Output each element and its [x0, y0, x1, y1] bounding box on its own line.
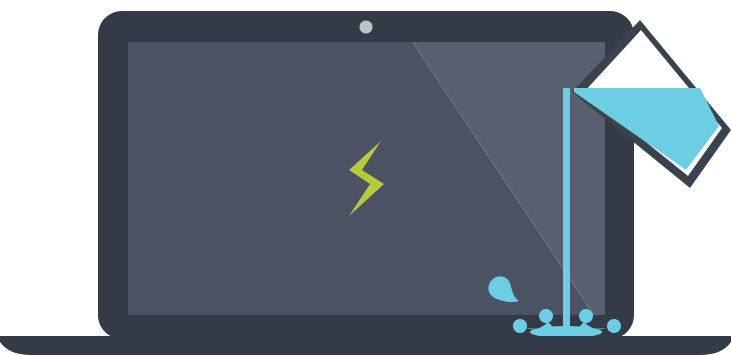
water-stream — [563, 88, 570, 334]
webcam-icon — [359, 20, 373, 34]
illustration-svg — [0, 11, 731, 355]
laptop-water-spill-illustration — [0, 0, 731, 355]
laptop-base — [0, 336, 731, 355]
